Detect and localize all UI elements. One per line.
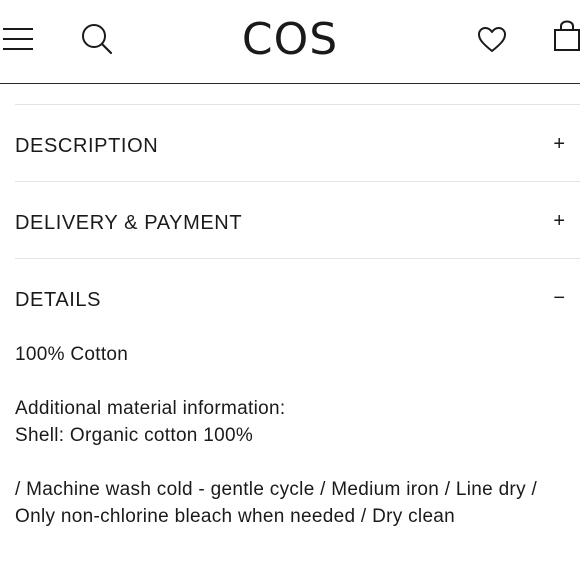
divider	[15, 104, 580, 105]
divider	[15, 181, 580, 182]
accordion-delivery-header[interactable]: DELIVERY & PAYMENT +	[15, 203, 580, 243]
accordion-delivery-title: DELIVERY & PAYMENT	[15, 212, 243, 234]
site-header: COS	[0, 0, 580, 84]
accordion-description-title: DESCRIPTION	[15, 135, 159, 157]
expand-icon[interactable]: +	[553, 132, 565, 156]
material-info: Additional material information: Shell: …	[15, 395, 570, 449]
care-instructions: / Machine wash cold - gentle cycle / Med…	[15, 479, 538, 527]
material-line: Shell: Organic cotton 100%	[15, 425, 254, 446]
expand-icon[interactable]: +	[553, 209, 565, 233]
collapse-icon[interactable]: −	[553, 286, 565, 310]
shopping-bag-icon[interactable]	[553, 20, 580, 52]
divider	[15, 258, 580, 259]
accordion-details-title: DETAILS	[15, 289, 102, 311]
composition-text: 100% Cotton	[15, 344, 129, 365]
accordion-details-header[interactable]: DETAILS −	[15, 280, 580, 320]
heart-icon[interactable]	[477, 26, 507, 54]
accordion-description-header[interactable]: DESCRIPTION +	[15, 126, 580, 166]
material-heading: Additional material information:	[15, 398, 286, 419]
details-content: 100% Cotton Additional material informat…	[15, 341, 570, 557]
